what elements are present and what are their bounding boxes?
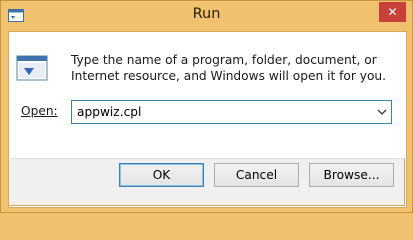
window-title: Run — [192, 6, 221, 22]
run-icon — [16, 54, 50, 84]
open-combobox[interactable] — [71, 100, 392, 124]
run-dialog-window: Run ✕ Type the name of a program, folder… — [0, 0, 413, 213]
open-label: Open: — [21, 104, 58, 118]
open-label-text: Open: — [21, 104, 58, 118]
close-icon: ✕ — [387, 5, 398, 19]
browse-button[interactable]: Browse... — [309, 163, 394, 187]
title-bar[interactable]: Run ✕ — [1, 1, 412, 31]
ok-button[interactable]: OK — [119, 163, 204, 187]
run-description: Type the name of a program, folder, docu… — [71, 53, 387, 83]
cancel-button[interactable]: Cancel — [214, 163, 299, 187]
open-input[interactable] — [72, 101, 367, 123]
close-button[interactable]: ✕ — [379, 2, 406, 22]
chevron-down-icon[interactable] — [373, 101, 391, 123]
